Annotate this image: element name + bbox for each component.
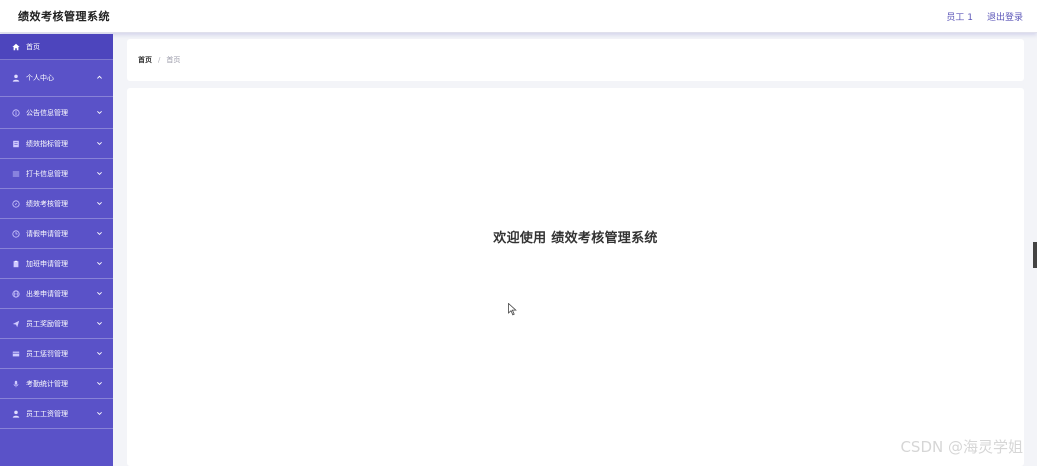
chevron-down-icon: [96, 229, 103, 238]
current-user-link[interactable]: 员工 1: [946, 10, 973, 23]
sidebar-item-announcements[interactable]: 公告信息管理: [0, 97, 113, 129]
document-icon: [11, 140, 21, 148]
sidebar-item-salary[interactable]: 员工工资管理: [0, 399, 113, 429]
sidebar-item-leave-requests[interactable]: 请假申请管理: [0, 219, 113, 249]
sidebar-item-label: 首页: [26, 42, 40, 51]
top-header: 绩效考核管理系统 员工 1 退出登录: [0, 0, 1037, 33]
mic-icon: [11, 380, 21, 388]
sidebar-item-label: 绩效指标管理: [26, 139, 68, 148]
sidebar-menu: 首页 个人中心 公告信息管理 绩效指标管理 打卡信息管理 绩效考核管理 请假申请…: [0, 34, 113, 466]
watermark-text: CSDN @海灵学姐: [900, 438, 1023, 456]
sidebar-item-label: 员工惩罚管理: [26, 349, 68, 358]
sidebar-item-label: 出差申请管理: [26, 289, 68, 298]
chevron-down-icon: [96, 199, 103, 208]
globe-icon: [11, 289, 21, 298]
chevron-down-icon: [96, 379, 103, 388]
sidebar-item-label: 请假申请管理: [26, 229, 68, 238]
sidebar-item-label: 员工奖励管理: [26, 319, 68, 328]
breadcrumb-current: 首页: [166, 56, 181, 64]
sidebar-item-label: 公告信息管理: [26, 108, 68, 117]
user-icon: [11, 74, 21, 82]
sidebar-item-label: 打卡信息管理: [26, 169, 68, 178]
info-icon: [11, 108, 21, 117]
breadcrumb-home-link[interactable]: 首页: [138, 55, 152, 65]
sidebar-item-performance-indicators[interactable]: 绩效指标管理: [0, 129, 113, 159]
scrollbar-thumb[interactable]: [1033, 242, 1037, 268]
sidebar-item-attendance-stats[interactable]: 考勤统计管理: [0, 369, 113, 399]
chevron-down-icon: [96, 319, 103, 328]
send-icon: [11, 320, 21, 328]
app-title: 绩效考核管理系统: [18, 10, 110, 23]
chevron-down-icon: [96, 289, 103, 298]
card-icon: [11, 350, 21, 358]
clock-icon: [11, 229, 21, 238]
sidebar-item-business-trip-requests[interactable]: 出差申请管理: [0, 279, 113, 309]
sidebar-item-personal-center[interactable]: 个人中心: [0, 60, 113, 97]
compass-icon: [11, 199, 21, 208]
sidebar-item-overtime-requests[interactable]: 加班申请管理: [0, 249, 113, 279]
sidebar-item-home[interactable]: 首页: [0, 34, 113, 60]
sidebar-item-clock-in[interactable]: 打卡信息管理: [0, 159, 113, 189]
welcome-message: 欢迎使用 绩效考核管理系统: [493, 231, 658, 246]
sidebar-item-performance-review[interactable]: 绩效考核管理: [0, 189, 113, 219]
sidebar-item-label: 加班申请管理: [26, 259, 68, 268]
mouse-cursor-icon: [508, 303, 517, 316]
sidebar-item-label: 员工工资管理: [26, 409, 68, 418]
breadcrumb-separator: /: [158, 56, 161, 64]
sidebar-item-employee-penalties[interactable]: 员工惩罚管理: [0, 339, 113, 369]
home-icon: [11, 43, 21, 51]
header-user-area: 员工 1 退出登录: [932, 10, 1023, 23]
chevron-up-icon: [96, 74, 103, 83]
clipboard-icon: [11, 260, 21, 268]
list-icon: [11, 170, 21, 178]
chevron-down-icon: [96, 169, 103, 178]
chevron-down-icon: [96, 259, 103, 268]
chevron-down-icon: [96, 108, 103, 117]
breadcrumb: 首页 / 首页: [127, 39, 1024, 81]
chevron-down-icon: [96, 349, 103, 358]
logout-link[interactable]: 退出登录: [987, 10, 1023, 23]
main-content-panel: 欢迎使用 绩效考核管理系统: [127, 88, 1024, 466]
person-icon: [11, 410, 21, 418]
sidebar-item-label: 绩效考核管理: [26, 199, 68, 208]
sidebar-item-label: 考勤统计管理: [26, 379, 68, 388]
chevron-down-icon: [96, 409, 103, 418]
chevron-down-icon: [96, 139, 103, 148]
sidebar-item-label: 个人中心: [26, 74, 54, 82]
sidebar-item-employee-rewards[interactable]: 员工奖励管理: [0, 309, 113, 339]
